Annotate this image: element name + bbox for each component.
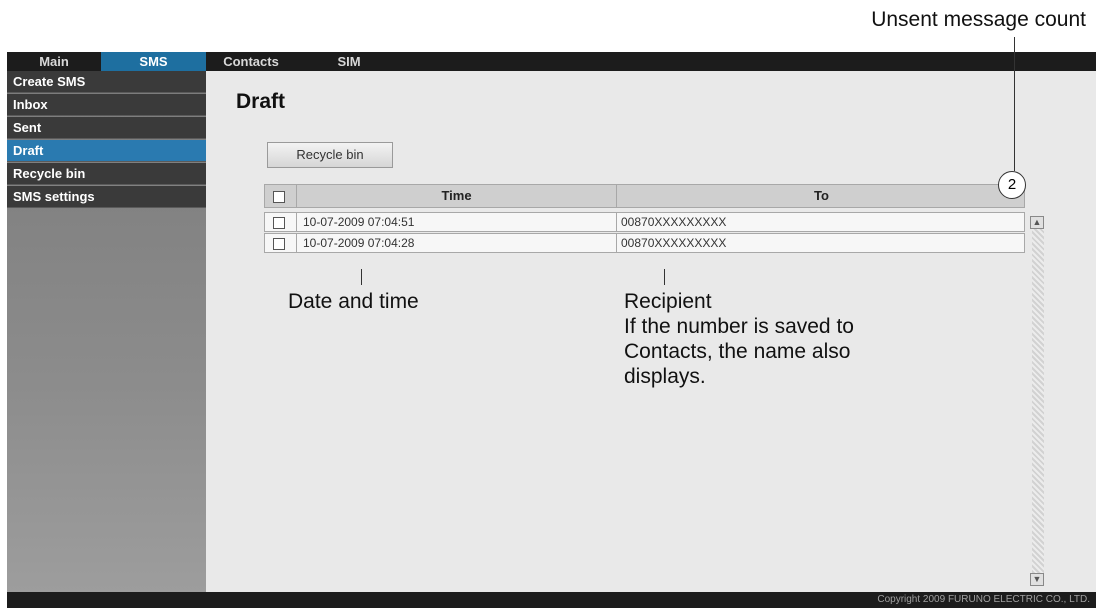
recipient-callout-title: Recipient [624,290,712,313]
footer-copyright: Copyright 2009 FURUNO ELECTRIC CO., LTD. [7,592,1096,608]
table-header: Time To [264,184,1025,208]
tab-sms[interactable]: SMS [101,52,206,71]
scroll-down-button[interactable]: ▼ [1030,573,1044,586]
recipient-leader-line [664,269,665,285]
vertical-scrollbar[interactable] [1032,219,1044,584]
table-row[interactable]: 10-07-2009 07:04:51 00870XXXXXXXXX [264,212,1025,232]
row-time: 10-07-2009 07:04:51 [296,213,616,231]
row-time: 10-07-2009 07:04:28 [296,234,616,252]
sidebar-item-draft[interactable]: Draft [7,140,206,162]
sidebar: Create SMS Inbox Sent Draft Recycle bin … [7,71,206,592]
row-recipient: 00870XXXXXXXXX [616,213,1026,231]
tab-contacts[interactable]: Contacts [219,52,283,71]
date-time-callout: Date and time [288,290,419,313]
sidebar-item-recycle-bin[interactable]: Recycle bin [7,163,206,185]
sidebar-item-inbox[interactable]: Inbox [7,94,206,116]
table-row[interactable]: 10-07-2009 07:04:28 00870XXXXXXXXX [264,233,1025,253]
unsent-message-count-badge: 2 [998,171,1026,199]
sidebar-item-sent[interactable]: Sent [7,117,206,139]
select-all-checkbox[interactable] [273,191,285,203]
unsent-count-leader-line [1014,37,1015,171]
recipient-callout: Recipient If the number is saved to Cont… [624,289,854,389]
top-nav-bar: Main SMS Contacts SIM [7,52,1096,71]
recipient-callout-line2: Contacts, the name also [624,340,851,363]
row-recipient: 00870XXXXXXXXX [616,234,1026,252]
row-checkbox[interactable] [273,217,285,229]
column-header-to[interactable]: To [616,185,1026,207]
recipient-callout-line1: If the number is saved to [624,315,854,338]
sidebar-item-sms-settings[interactable]: SMS settings [7,186,206,208]
tab-main[interactable]: Main [7,52,101,71]
row-checkbox[interactable] [273,238,285,250]
page-title: Draft [236,90,286,113]
scroll-up-button[interactable]: ▲ [1030,216,1044,229]
sidebar-item-create-sms[interactable]: Create SMS [7,71,206,93]
recipient-callout-line3: displays. [624,365,706,388]
recycle-bin-button[interactable]: Recycle bin [267,142,393,168]
unsent-count-callout: Unsent message count [871,8,1086,31]
tab-sim[interactable]: SIM [329,52,369,71]
column-header-time[interactable]: Time [296,185,616,207]
date-time-leader-line [361,269,362,285]
